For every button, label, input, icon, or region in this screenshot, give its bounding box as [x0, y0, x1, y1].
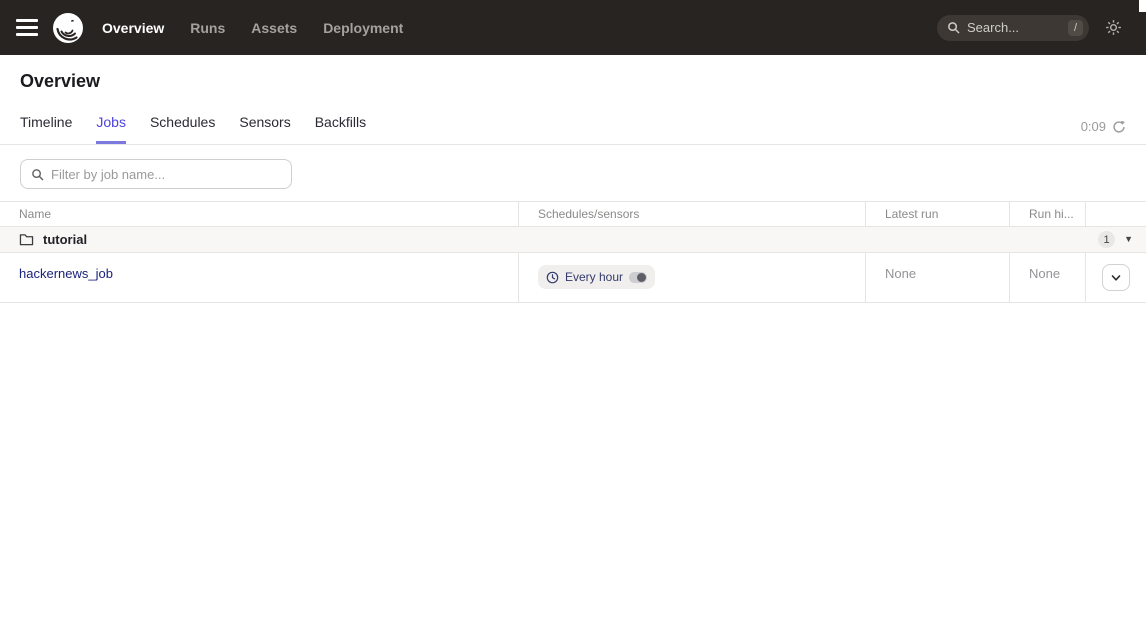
global-search-input[interactable]: Search... / [937, 15, 1089, 41]
schedule-toggle-icon[interactable] [629, 272, 647, 283]
caret-down-icon[interactable]: ▼ [1124, 235, 1133, 244]
refresh-icon[interactable] [1112, 120, 1126, 134]
schedule-chip[interactable]: Every hour [538, 265, 655, 289]
filter-row [0, 145, 1146, 201]
folder-icon [19, 233, 34, 246]
repo-group-name: tutorial [43, 232, 87, 247]
job-name-cell: hackernews_job [0, 253, 519, 302]
hamburger-menu-icon[interactable] [16, 19, 38, 36]
jobs-table: Name Schedules/sensors Latest run Run hi… [0, 201, 1146, 303]
search-shortcut-key: / [1068, 20, 1083, 36]
row-actions-cell [1086, 253, 1146, 302]
tab-bar: Timeline Jobs Schedules Sensors Backfill… [0, 106, 1146, 145]
search-icon [947, 21, 960, 34]
repo-group-row-tutorial[interactable]: tutorial 1 ▼ [0, 227, 1146, 253]
latest-run-value: None [885, 266, 916, 281]
column-header-latest-run: Latest run [866, 202, 1010, 226]
primary-nav: Overview Runs Assets Deployment [102, 20, 403, 36]
top-navbar: Overview Runs Assets Deployment Search..… [0, 0, 1146, 55]
refresh-countdown: 0:09 [1081, 119, 1106, 134]
job-schedules-cell: Every hour [519, 253, 866, 302]
navbar-right: Search... / [937, 15, 1130, 41]
job-link-hackernews-job[interactable]: hackernews_job [19, 266, 113, 281]
tab-timeline[interactable]: Timeline [20, 106, 72, 144]
run-history-value: None [1029, 266, 1060, 281]
nav-item-deployment[interactable]: Deployment [323, 20, 403, 36]
latest-run-cell: None [866, 253, 1010, 302]
page-header: Overview [0, 55, 1146, 92]
filter-search-icon [31, 168, 44, 181]
nav-item-overview[interactable]: Overview [102, 20, 164, 36]
column-header-run-history: Run hi... [1010, 202, 1086, 226]
schedule-chip-label: Every hour [565, 270, 623, 284]
tab-backfills[interactable]: Backfills [315, 106, 366, 144]
nav-item-assets[interactable]: Assets [251, 20, 297, 36]
column-header-actions [1086, 202, 1146, 226]
tab-jobs[interactable]: Jobs [96, 106, 126, 144]
tab-sensors[interactable]: Sensors [239, 106, 290, 144]
run-history-cell: None [1010, 253, 1086, 302]
table-header-row: Name Schedules/sensors Latest run Run hi… [0, 202, 1146, 227]
search-placeholder: Search... [967, 20, 1068, 35]
clock-icon [546, 271, 559, 284]
refresh-area: 0:09 [1081, 119, 1126, 144]
nav-item-runs[interactable]: Runs [190, 20, 225, 36]
chevron-down-icon [1110, 272, 1122, 284]
settings-gear-icon[interactable] [1105, 19, 1122, 36]
tab-schedules[interactable]: Schedules [150, 106, 215, 144]
job-table-row: hackernews_job Every hour None None [0, 253, 1146, 303]
job-filter-input[interactable] [51, 167, 281, 182]
dagster-logo[interactable] [52, 12, 84, 44]
scrollbar-thumb[interactable] [1139, 0, 1146, 12]
column-header-name: Name [0, 202, 519, 226]
page-title: Overview [20, 71, 1126, 92]
column-header-schedules: Schedules/sensors [519, 202, 866, 226]
row-expand-button[interactable] [1102, 264, 1130, 291]
job-filter-field[interactable] [20, 159, 292, 189]
job-count-badge: 1 [1098, 231, 1115, 248]
